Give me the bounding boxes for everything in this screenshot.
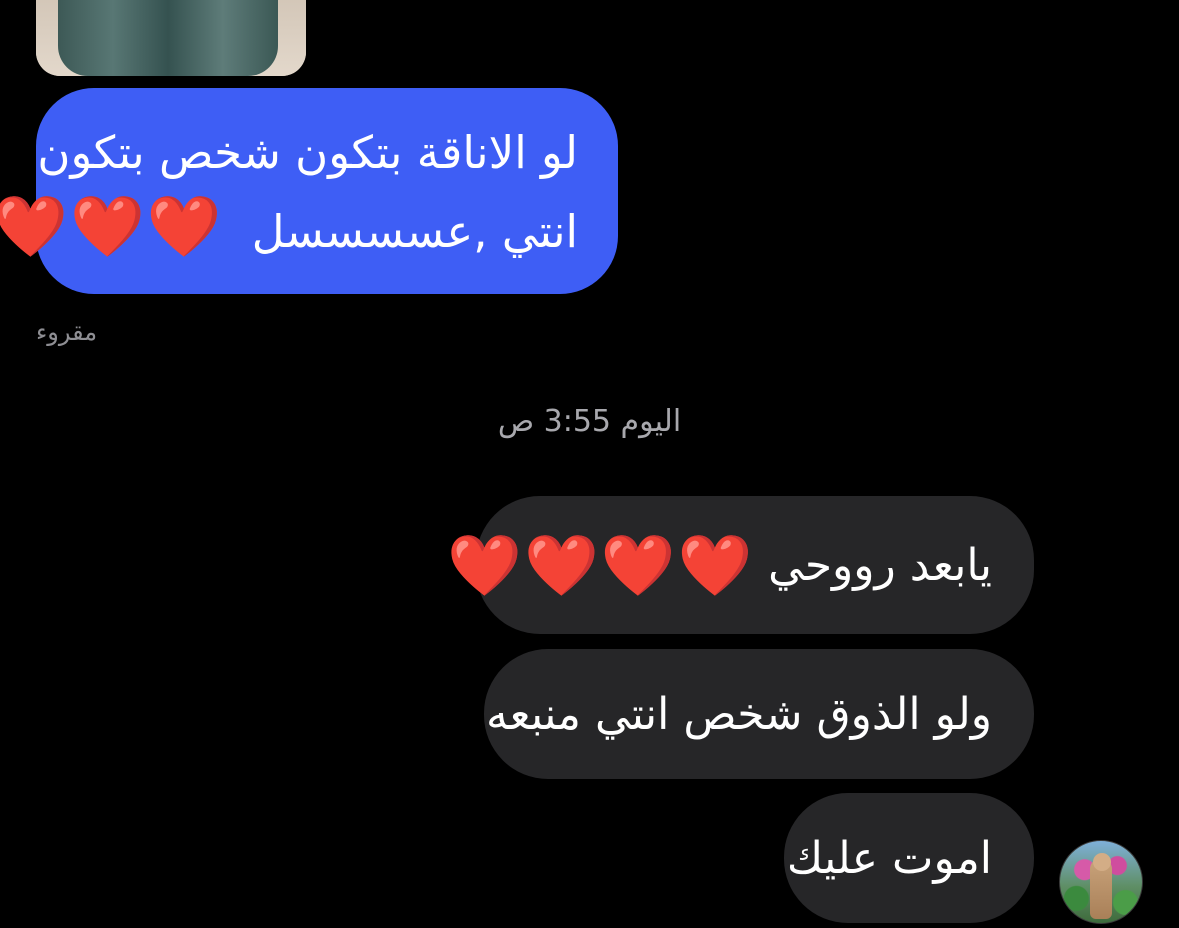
photo-dress — [58, 0, 278, 76]
hearts-emoji: ❤️❤️❤️❤️ — [447, 530, 755, 601]
message-timestamp: اليوم 3:55 ص — [497, 404, 682, 439]
received-message-text: يابعد رووحي — [768, 539, 992, 591]
read-receipt: مقروء — [36, 318, 98, 346]
sent-message-line-1: لو الاناقة بتكون شخص بتكون — [37, 126, 578, 179]
shared-photo-attachment[interactable] — [36, 0, 306, 76]
hearts-emoji: ❤️❤️❤️ — [0, 192, 224, 262]
received-message-bubble[interactable]: يابعد رووحي ❤️❤️❤️❤️ — [447, 496, 1034, 634]
contact-avatar[interactable] — [1059, 840, 1143, 924]
avatar-deer-head — [1093, 853, 1111, 871]
received-message-bubble[interactable]: اموت عليك — [784, 793, 1034, 923]
sent-message-line-2-text: انتي ,عسسسسل — [251, 205, 578, 258]
sent-message-bubble[interactable]: لو الاناقة بتكون شخص بتكون انتي ,عسسسسل … — [0, 88, 618, 294]
sent-message-line-2: انتي ,عسسسسل ❤️❤️❤️ — [0, 190, 578, 269]
received-message-bubble[interactable]: ولو الذوق شخص انتي منبعه — [484, 649, 1034, 779]
received-message-text: اموت عليك — [786, 832, 992, 884]
received-message-text: ولو الذوق شخص انتي منبعه — [486, 688, 992, 740]
